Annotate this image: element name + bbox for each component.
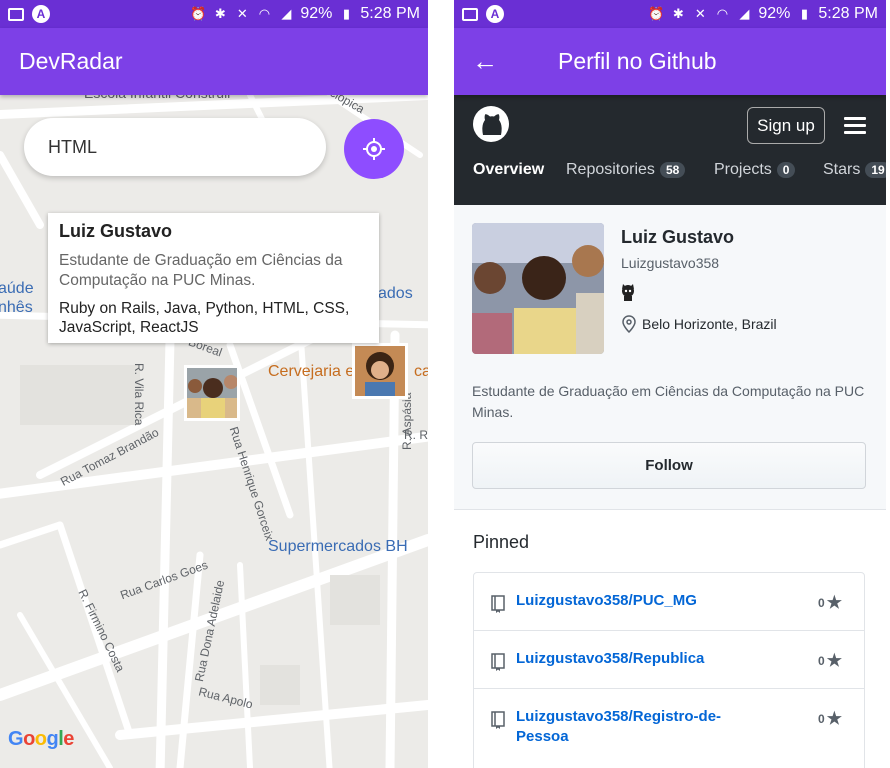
repo-icon — [491, 595, 505, 613]
tab-projects[interactable]: Projects 0 — [714, 161, 796, 179]
dev-callout[interactable]: Luiz Gustavo Estudante de Graduação em C… — [48, 213, 379, 343]
pinned-repos-list: Luizgustavo358/PUC_MG 0 ★ Luizgustavo358/… — [473, 572, 865, 768]
profile-card: Luiz Gustavo Luizgustavo358 Belo Horizon… — [454, 205, 886, 510]
app-bar-2: ← Perfil no Github — [454, 28, 886, 95]
dev-marker-luiz[interactable] — [184, 365, 240, 421]
map-poi-ados: ados — [378, 285, 413, 302]
profile-login: Luizgustavo358 — [621, 255, 720, 271]
avatar-2 — [355, 346, 405, 396]
map-label-vila-rica: R. Vila Rica — [132, 363, 146, 426]
gallery-notification-icon-2 — [462, 7, 478, 21]
repo-stars: 0 ★ — [818, 593, 842, 613]
repo-icon — [491, 711, 505, 729]
map-poi-supermercados: Supermercados BH — [268, 538, 408, 555]
repo-stars-count: 0 — [818, 712, 825, 726]
crosshair-icon — [363, 138, 385, 160]
pinned-heading: Pinned — [473, 532, 530, 552]
map-poi-cervejaria-2: ca — [414, 363, 428, 380]
map-roads — [0, 95, 428, 768]
map-label-r-right: R. Ro — [404, 428, 428, 442]
map-poi-left-2: nhês — [0, 299, 33, 316]
repo-name[interactable]: Luizgustavo358/PUC_MG — [516, 591, 756, 611]
repo-name[interactable]: Luizgustavo358/Registro-de-Pessoa — [516, 707, 756, 747]
wifi-icon-2: ◠ — [716, 6, 729, 21]
github-header: Sign up Overview Repositories 58 Project… — [454, 95, 886, 205]
github-logo-icon[interactable] — [472, 105, 510, 143]
signal-icon-2: ◢ — [739, 6, 750, 21]
google-logo: Google — [8, 728, 74, 750]
map-view[interactable]: Escola Infantil Construir Ciclópica aúde… — [0, 80, 428, 768]
battery-percent-2: 92% — [758, 5, 791, 22]
screen-title: Perfil no Github — [558, 48, 717, 74]
signal-icon: ◢ — [281, 6, 292, 21]
profile-location: Belo Horizonte, Brazil — [622, 315, 777, 333]
map-poi-cervejaria: Cervejaria e — [268, 363, 355, 380]
sign-up-button[interactable]: Sign up — [747, 107, 825, 144]
clock: 5:28 PM — [360, 5, 420, 22]
location-pin-icon — [622, 315, 636, 333]
pinned-repo[interactable]: Luizgustavo358/Registro-de-Pessoa 0 ★ — [474, 689, 864, 768]
repo-stars-count: 0 — [818, 654, 825, 668]
dev-name: Luiz Gustavo — [59, 221, 173, 241]
tab-repositories[interactable]: Repositories 58 — [566, 161, 686, 179]
dev-marker-2[interactable] — [352, 343, 408, 399]
star-icon: ★ — [826, 709, 842, 728]
wifi-icon: ◠ — [258, 6, 271, 21]
repo-stars: 0 ★ — [818, 651, 842, 671]
mute-icon: ✕ — [236, 6, 248, 21]
tech-search-input[interactable]: HTML — [24, 118, 326, 176]
back-arrow-icon[interactable]: ← — [472, 46, 502, 77]
battery-icon: ▮ — [342, 6, 350, 21]
hamburger-menu-icon[interactable] — [844, 117, 866, 135]
repo-stars: 0 ★ — [818, 709, 842, 729]
battery-icon-2: ▮ — [800, 6, 808, 21]
battery-percent: 92% — [300, 5, 333, 22]
bluetooth-icon: ✱ — [214, 6, 226, 21]
repositories-count: 58 — [659, 162, 686, 178]
profile-name: Luiz Gustavo — [621, 227, 735, 247]
avatar — [187, 368, 238, 418]
dev-techs: Ruby on Rails, Java, Python, HTML, CSS, … — [59, 300, 350, 336]
tab-stars[interactable]: Stars 19 — [823, 161, 886, 179]
bluetooth-icon-2: ✱ — [672, 6, 684, 21]
map-poi-left-1: aúde — [0, 280, 34, 297]
pinned-repo[interactable]: Luizgustavo358/PUC_MG 0 ★ — [474, 573, 864, 631]
star-icon: ★ — [826, 651, 842, 670]
tech-search-value: HTML — [48, 137, 97, 157]
profile-location-text: Belo Horizonte, Brazil — [642, 316, 777, 332]
star-icon: ★ — [826, 593, 842, 612]
status-bar-2: A ⏰ ✱ ✕ ◠ ◢ 92% ▮ 5:28 PM — [454, 0, 886, 28]
app-notification-icon-2: A — [486, 5, 504, 23]
alarm-icon-2: ⏰ — [648, 6, 665, 21]
pinned-repo[interactable]: Luizgustavo358/Republica 0 ★ — [474, 631, 864, 689]
devradar-screen: A ⏰ ✱ ✕ ◠ ◢ 92% ▮ 5:28 PM DevRadar Cicló… — [0, 0, 428, 768]
profile-bio: Estudante de Graduação em Ciências da Co… — [472, 383, 865, 420]
tab-stars-label: Stars — [823, 161, 861, 178]
profile-photo — [472, 223, 604, 354]
repo-stars-count: 0 — [818, 596, 825, 610]
projects-count: 0 — [776, 162, 796, 178]
app-notification-icon: A — [32, 5, 50, 23]
repo-name[interactable]: Luizgustavo358/Republica — [516, 649, 756, 669]
github-profile-screen: A ⏰ ✱ ✕ ◠ ◢ 92% ▮ 5:28 PM ← Perfil no Gi… — [454, 0, 886, 768]
app-bar: DevRadar — [0, 28, 428, 95]
mute-icon-2: ✕ — [694, 6, 706, 21]
my-location-button[interactable] — [344, 119, 404, 179]
profile-avatar — [472, 223, 604, 354]
octocat-icon — [622, 284, 634, 301]
tab-overview-label: Overview — [473, 161, 545, 178]
gallery-notification-icon — [8, 7, 24, 21]
stars-count: 19 — [865, 162, 886, 178]
clock-2: 5:28 PM — [818, 5, 878, 22]
dev-bio: Estudante de Graduação em Ciências da Co… — [59, 252, 343, 289]
repo-icon — [491, 653, 505, 671]
follow-button[interactable]: Follow — [472, 442, 866, 489]
app-title: DevRadar — [19, 48, 123, 74]
tab-projects-label: Projects — [714, 161, 772, 178]
tab-overview[interactable]: Overview — [473, 161, 544, 179]
alarm-icon: ⏰ — [190, 6, 207, 21]
status-bar: A ⏰ ✱ ✕ ◠ ◢ 92% ▮ 5:28 PM — [0, 0, 428, 28]
tab-repositories-label: Repositories — [566, 161, 655, 178]
